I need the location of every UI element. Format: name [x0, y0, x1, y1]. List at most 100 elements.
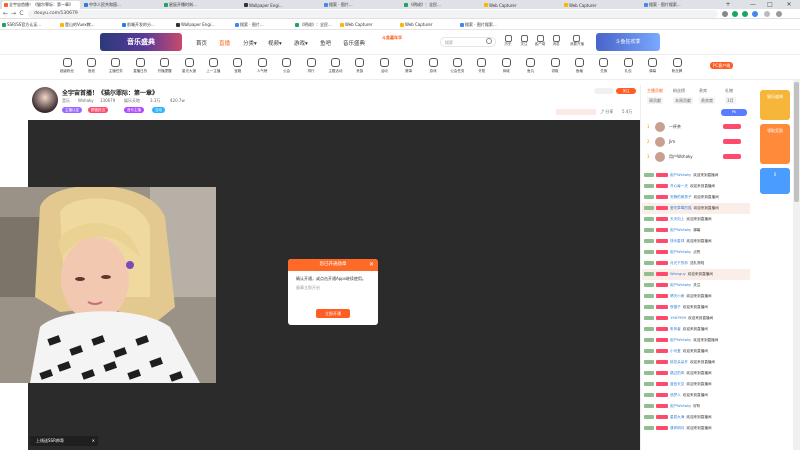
feature-item[interactable]: 公会任务: [446, 58, 468, 74]
chat-message[interactable]: 星辰大海 欢迎来到直播间: [642, 412, 750, 423]
chat-message[interactable]: 用户Wshaky 点赞: [642, 247, 750, 258]
chat-username[interactable]: 用户Wshaky: [670, 250, 691, 255]
chat-message[interactable]: 清风明月 欢迎来到直播间: [642, 423, 750, 434]
nav-item[interactable]: 分类▾: [243, 39, 257, 47]
chat-username[interactable]: 开心每一天: [670, 184, 688, 189]
profile-avatar[interactable]: [764, 11, 770, 17]
bookmark-item[interactable]: 搜索 · 图片...: [235, 21, 264, 28]
chat-username[interactable]: 听风者: [670, 327, 681, 332]
header-banner[interactable]: 音乐盛典: [100, 33, 182, 51]
browser-tab[interactable]: Web Capturer: [562, 1, 640, 9]
feature-item[interactable]: 上一主播: [202, 58, 224, 74]
chat-username[interactable]: 蓝色天空: [670, 382, 684, 387]
chat-username[interactable]: 用户Wshaky: [670, 228, 691, 233]
streamer-badge[interactable]: 互动: [152, 107, 165, 113]
browser-tab[interactable]: 星辰开播时刻...: [162, 1, 240, 9]
page-scrollbar[interactable]: [793, 80, 800, 450]
chat-message[interactable]: 快乐星球 欢迎来到直播间: [642, 236, 750, 247]
chat-message[interactable]: 用户Wshaky 欢迎来到直播间: [642, 335, 750, 346]
browser-tab[interactable]: 搜索 · 图片...: [322, 1, 400, 9]
chat-username[interactable]: 1987999: [670, 316, 686, 321]
chat-message[interactable]: 用户Wshaky 欢迎来到直播间: [642, 170, 750, 181]
menu-icon[interactable]: [776, 11, 782, 17]
rank-subtab[interactable]: 3月: [725, 97, 736, 104]
report-banner[interactable]: [556, 109, 596, 115]
browser-tab[interactable]: 搜索 · 图片搜索...: [642, 1, 720, 9]
chat-message[interactable]: 小可爱 欢迎来到直播间: [642, 346, 750, 357]
header-message-button[interactable]: 消息: [550, 35, 562, 47]
feature-item[interactable]: 赛事: [398, 58, 420, 74]
rank-tab[interactable]: 礼物: [725, 87, 733, 94]
rank-row[interactable]: 2 Jim: [645, 136, 749, 148]
feature-item[interactable]: 领取: [544, 58, 566, 74]
chat-message[interactable]: Wlanguy 欢迎来到直播间: [642, 269, 750, 280]
rank-tab[interactable]: 主播贡献: [647, 87, 663, 94]
chat-username[interactable]: 快乐星球: [670, 239, 684, 244]
chat-username[interactable]: 爱吃草莓的猫: [670, 206, 692, 211]
feature-item[interactable]: 游戏: [422, 58, 444, 74]
nav-item[interactable]: 鱼吧: [320, 39, 331, 47]
header-history-button[interactable]: 历史: [502, 35, 514, 47]
modal-close-icon[interactable]: ✕: [369, 259, 374, 271]
feature-item[interactable]: 礼包: [617, 58, 639, 74]
bookmark-item[interactable]: 搜索 · 图片搜索...: [460, 21, 497, 28]
chat-message[interactable]: 追梦人 欢迎来到直播间: [642, 390, 750, 401]
side-widget[interactable]: 领取奖励: [760, 124, 790, 164]
reload-button[interactable]: C: [18, 10, 25, 18]
feature-item[interactable]: 鱼丸: [520, 58, 542, 74]
browser-tab[interactable]: Wallpaper Engi...: [242, 1, 320, 9]
bookmark-item[interactable]: 登山的Vuex教...: [60, 21, 95, 28]
forward-button[interactable]: →: [10, 10, 17, 18]
rank-tab[interactable]: 粉丝榜: [673, 87, 685, 94]
chat-message[interactable]: 用户Wshaky 好听: [642, 401, 750, 412]
pk-button[interactable]: PK: [721, 109, 747, 116]
nav-item[interactable]: 音乐盛典: [343, 39, 365, 47]
rank-subtab[interactable]: 本周贡献: [673, 97, 693, 104]
header-follow-button[interactable]: 关注: [518, 35, 530, 47]
feature-item[interactable]: 星光大道: [178, 58, 200, 74]
bookmark-item[interactable]: Wallpaper Engi...: [176, 21, 215, 28]
nav-item[interactable]: 视频▾: [268, 39, 282, 47]
header-download-button[interactable]: 客户端: [534, 35, 546, 47]
nav-item[interactable]: 直播: [219, 39, 230, 47]
feature-item[interactable]: 排行: [300, 58, 322, 74]
streamer-name[interactable]: Wshaky: [78, 98, 94, 103]
chat-message[interactable]: 蓝色天空 欢迎来到直播间: [642, 379, 750, 390]
extension-icon[interactable]: [732, 11, 738, 17]
feature-item[interactable]: 主题活动: [324, 58, 346, 74]
minimize-button[interactable]: —: [746, 0, 760, 9]
chat-username[interactable]: Wlanguy: [670, 272, 686, 277]
feature-item[interactable]: 音浪: [80, 58, 102, 74]
side-widget[interactable]: 0: [760, 168, 790, 194]
chat-username[interactable]: 月光下的你: [670, 261, 688, 266]
header-promo-banner[interactable]: 斗鱼狂欢季: [596, 33, 660, 51]
video-tip-close-icon[interactable]: ✕: [92, 436, 95, 446]
category-tag[interactable]: 音乐: [62, 98, 70, 104]
scrollbar-thumb[interactable]: [794, 82, 799, 202]
side-widget[interactable]: 猫乐盛典: [760, 90, 790, 120]
bookmark-item[interactable]: SSR/SS官方认证...: [2, 21, 41, 28]
fan-club-button[interactable]: [594, 88, 614, 94]
feature-item[interactable]: 鱼塘: [568, 58, 590, 74]
chat-message[interactable]: 用户Wshaky 弹幕: [642, 225, 750, 236]
close-window-button[interactable]: ✕: [782, 0, 796, 9]
feature-item[interactable]: 宝箱: [227, 58, 249, 74]
chat-username[interactable]: 安静的美男子: [670, 195, 692, 200]
modal-confirm-button[interactable]: 立即开通: [316, 309, 350, 318]
chat-username[interactable]: 用户Wshaky: [670, 338, 691, 343]
feature-item[interactable]: 公会: [276, 58, 298, 74]
chat-username[interactable]: 路过的风: [670, 371, 684, 376]
header-promo[interactable]: 斗鱼嘉年华: [382, 35, 402, 41]
streamer-avatar[interactable]: [32, 87, 58, 113]
chat-username[interactable]: 追梦人: [670, 393, 681, 398]
chat-message[interactable]: 爱吃草莓的猫 欢迎来到直播间: [642, 203, 750, 214]
chat-username[interactable]: 用户Wshaky: [670, 173, 691, 178]
rank-row[interactable]: 3 用户Wshaky: [645, 151, 749, 163]
chat-message[interactable]: 夜猫子 欢迎来到直播间: [642, 302, 750, 313]
chat-username[interactable]: 小可爱: [670, 349, 681, 354]
bookmark-item[interactable]: 《明成》：全民...: [295, 21, 332, 28]
streamer-badge[interactable]: 颜值担当: [88, 107, 108, 113]
feature-item[interactable]: 人气榜: [251, 58, 273, 74]
chat-username[interactable]: 天天向上: [670, 217, 684, 222]
chat-message[interactable]: 开心每一天 欢迎来到直播间: [642, 181, 750, 192]
